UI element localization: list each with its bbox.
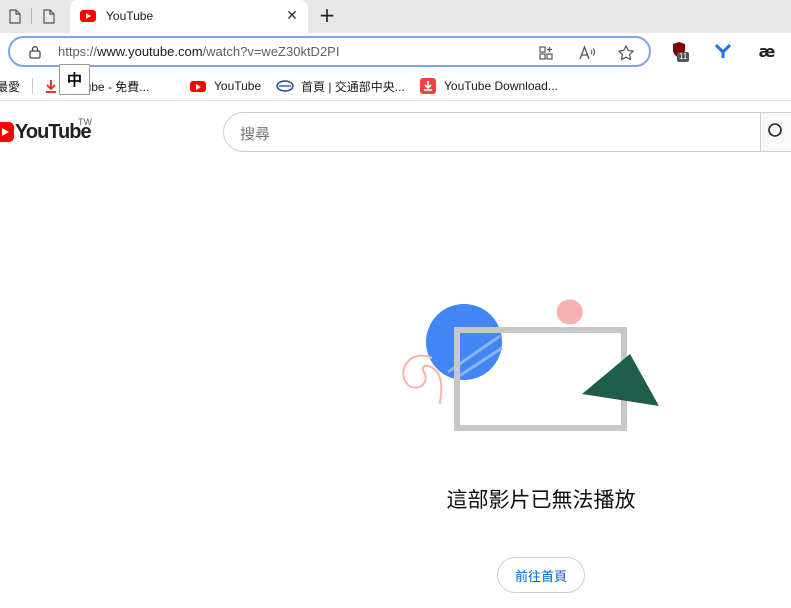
ublock-badge: 11 (677, 52, 690, 62)
browser-toolbar: https://www.youtube.com/watch?v=weZ30ktD… (0, 33, 791, 71)
search-input[interactable]: 搜尋 (223, 112, 761, 152)
download-icon (420, 78, 436, 94)
read-aloud-icon[interactable] (578, 44, 596, 62)
app-grid-icon[interactable] (537, 44, 555, 62)
tab-divider (31, 8, 32, 24)
pinned-tab-1[interactable] (6, 7, 24, 25)
ublock-origin-icon[interactable]: 11 (671, 41, 691, 62)
lock-icon[interactable] (28, 45, 42, 59)
tab-title: YouTube (106, 9, 154, 23)
ime-indicator: 中 (59, 64, 90, 95)
pinned-tab-2[interactable] (40, 7, 58, 25)
tab-strip: YouTube ✕ + (0, 0, 791, 33)
youtube-logo[interactable]: YouTube (0, 119, 92, 145)
youtube-play-icon (0, 122, 14, 142)
bookmark-youtube-downloader[interactable]: YouTube Download... (420, 78, 558, 94)
error-message: 這部影片已無法播放 (446, 488, 636, 512)
search-icon (768, 123, 782, 137)
green-triangle-shape (582, 354, 659, 406)
url-text[interactable]: https://www.youtube.com/watch?v=weZ30ktD… (58, 44, 339, 59)
bookmark-cwb[interactable]: 首頁 | 交通部中央... (276, 78, 405, 94)
bookmark-divider (32, 78, 33, 94)
bookmark-label: 首頁 | 交通部中央... (301, 79, 405, 94)
bookmark-label: YouTube Download... (444, 79, 558, 93)
go-home-button[interactable]: 前往首頁 (497, 557, 585, 593)
bookmark-label: 最愛 (0, 79, 21, 94)
video-unavailable-illustration (402, 299, 659, 431)
extension-y-icon[interactable] (713, 41, 733, 61)
search-placeholder: 搜尋 (240, 125, 271, 143)
page-icon (43, 8, 55, 24)
url-path: /watch?v=weZ30ktD2PI (202, 44, 340, 59)
pink-half-circle (556, 299, 583, 325)
bookmark-favorites[interactable]: 最愛 (0, 78, 20, 94)
download-icon (46, 80, 56, 93)
search-button[interactable] (760, 112, 791, 152)
url-host: www.youtube.com (97, 44, 203, 59)
address-bar[interactable]: https://www.youtube.com/watch?v=weZ30ktD… (8, 36, 651, 67)
new-tab-button[interactable]: + (316, 3, 338, 27)
gov-logo-icon (276, 80, 294, 92)
youtube-icon (80, 10, 96, 22)
active-tab[interactable]: YouTube ✕ (70, 0, 308, 33)
bookmark-label: YouTube (214, 79, 262, 93)
page-icon (9, 8, 21, 24)
youtube-icon (190, 80, 206, 92)
url-scheme: https:// (58, 44, 98, 59)
ae-extension-button[interactable]: æ (757, 41, 777, 61)
favorite-star-icon[interactable] (617, 44, 635, 62)
bookmarks-bar: 最愛 Youtube - 免費... YouTube 首頁 | 交通部中央...… (0, 71, 791, 101)
region-code: TW (78, 117, 92, 127)
close-tab-button[interactable]: ✕ (284, 8, 300, 24)
bookmark-youtube[interactable]: YouTube (190, 78, 261, 94)
